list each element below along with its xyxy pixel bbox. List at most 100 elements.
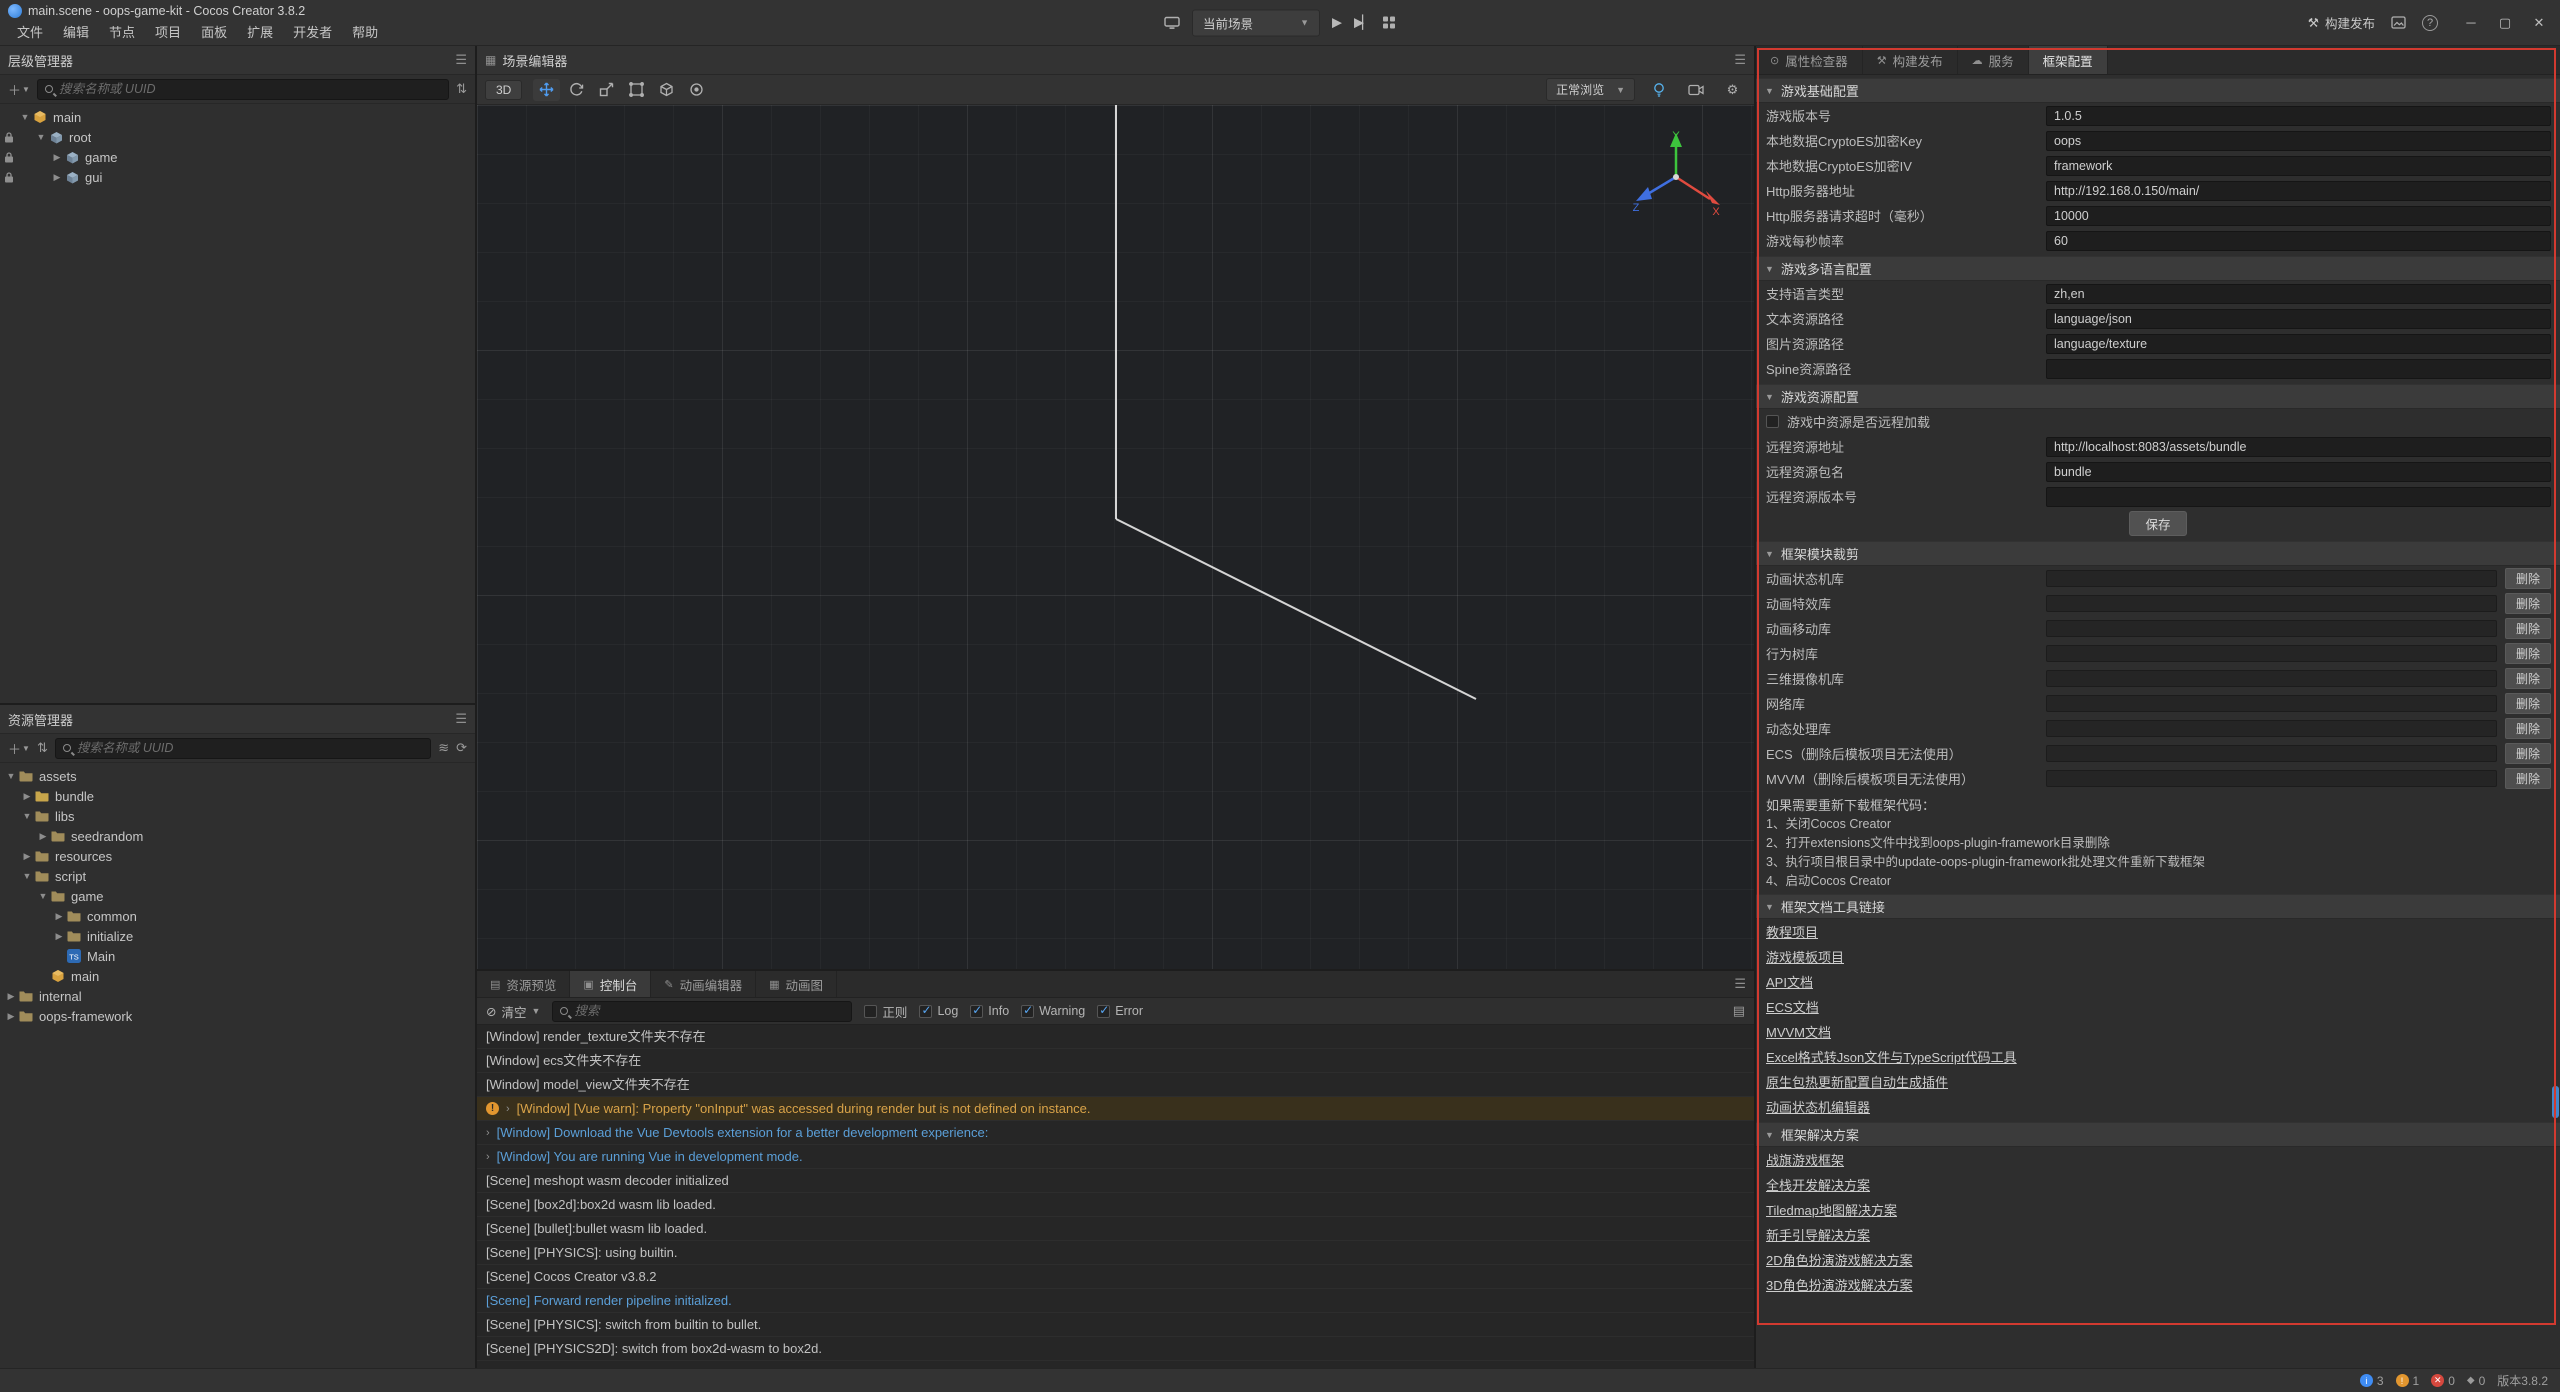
property-input[interactable]: zh,en (2046, 284, 2551, 304)
filter-info-toggle[interactable]: Info (970, 1004, 1009, 1018)
delete-module-button[interactable]: 删除 (2505, 643, 2551, 664)
scene-viewport[interactable]: Y X Z (477, 105, 1754, 969)
preview-image-icon[interactable] (2391, 16, 2406, 29)
lock-icon[interactable] (0, 152, 18, 163)
section-header-2[interactable]: ▼游戏资源配置 (1756, 384, 2560, 409)
property-input[interactable]: http://192.168.0.150/main/ (2046, 181, 2551, 201)
delete-module-button[interactable]: 删除 (2505, 768, 2551, 789)
console-search-input[interactable] (574, 1004, 844, 1018)
regex-toggle[interactable]: 正则 (864, 1002, 907, 1021)
close-button[interactable]: ✕ (2522, 0, 2556, 46)
property-input[interactable]: 60 (2046, 231, 2551, 251)
log-row[interactable]: [Scene] meshopt wasm decoder initialized (477, 1169, 1754, 1193)
orientation-gizmo[interactable]: Y X Z (1628, 125, 1724, 221)
property-input[interactable]: 10000 (2046, 206, 2551, 226)
expand-arrow[interactable]: ▼ (34, 132, 48, 142)
expand-arrow[interactable]: ▼ (36, 891, 50, 901)
checkbox-icon[interactable] (1097, 1005, 1110, 1018)
minimize-button[interactable]: ─ (2454, 0, 2488, 46)
property-input[interactable]: language/json (2046, 309, 2551, 329)
expand-arrow[interactable]: › (486, 1145, 490, 1169)
expand-arrow[interactable]: ▶ (4, 1011, 18, 1022)
asset-node-game[interactable]: ▼game (0, 886, 475, 906)
error-count-badge[interactable]: ✕ 0 (2431, 1374, 2455, 1388)
asset-node-bundle[interactable]: ▶bundle (0, 786, 475, 806)
move-tool-icon[interactable] (533, 79, 560, 101)
property-input[interactable]: http://localhost:8083/assets/bundle (2046, 437, 2551, 457)
preview-scene-select[interactable]: 当前场景 ▼ (1192, 9, 1320, 36)
hierarchy-menu-icon[interactable]: ☰ (455, 52, 467, 68)
lock-icon[interactable] (0, 172, 18, 183)
warning-count-badge[interactable]: ! 1 (2396, 1374, 2420, 1388)
filter-log-toggle[interactable]: Log (919, 1004, 958, 1018)
expand-arrow[interactable]: ▶ (50, 152, 64, 163)
asset-node-main[interactable]: main (0, 966, 475, 986)
rect-tool-icon[interactable] (623, 79, 650, 101)
tab-build[interactable]: ⚒构建发布 (1863, 46, 1958, 74)
section-header-1[interactable]: ▼游戏多语言配置 (1756, 256, 2560, 281)
lock-icon[interactable] (0, 132, 18, 143)
tab-animation-editor[interactable]: ✎动画编辑器 (651, 971, 756, 997)
assets-filter-icon[interactable]: ≋ (438, 740, 449, 756)
log-row[interactable]: !›[Window] [Vue warn]: Property "onInput… (477, 1097, 1754, 1121)
regex-checkbox[interactable] (864, 1005, 877, 1018)
asset-node-libs[interactable]: ▼libs (0, 806, 475, 826)
hierarchy-node-gui[interactable]: ▶gui (0, 167, 475, 187)
asset-node-common[interactable]: ▶common (0, 906, 475, 926)
log-row[interactable]: [Scene] [PHYSICS]: switch from builtin t… (477, 1313, 1754, 1337)
doc-link[interactable]: 新手引导解决方案 (1766, 1225, 1870, 1244)
checkbox-icon[interactable] (970, 1005, 983, 1018)
gizmo-space-icon[interactable] (653, 79, 680, 101)
doc-link[interactable]: 全栈开发解决方案 (1766, 1175, 1870, 1194)
scene-camera-icon[interactable] (1682, 79, 1709, 101)
add-asset-button[interactable]: ＋▼ (8, 739, 30, 758)
hierarchy-node-game[interactable]: ▶game (0, 147, 475, 167)
expand-arrow[interactable]: ▶ (36, 831, 50, 842)
log-row[interactable]: [Window] model_view文件夹不存在 (477, 1073, 1754, 1097)
section-header-0[interactable]: ▼游戏基础配置 (1756, 78, 2560, 103)
pivot-icon[interactable] (683, 79, 710, 101)
log-row[interactable]: [Scene] Forward render pipeline initiali… (477, 1289, 1754, 1313)
filter-error-toggle[interactable]: Error (1097, 1004, 1143, 1018)
asset-node-oops-framework[interactable]: ▶oops-framework (0, 1006, 475, 1026)
doc-link[interactable]: Excel格式转Json文件与TypeScript代码工具 (1766, 1047, 2017, 1066)
asset-node-internal[interactable]: ▶internal (0, 986, 475, 1006)
tab-console[interactable]: ▣控制台 (570, 971, 651, 997)
refresh-icon[interactable]: ⟳ (456, 740, 467, 756)
3d-mode-button[interactable]: 3D (485, 80, 522, 100)
rotate-tool-icon[interactable] (563, 79, 590, 101)
help-icon[interactable]: ? (2422, 15, 2438, 31)
menu-node[interactable]: 节点 (100, 21, 144, 42)
asset-node-seedrandom[interactable]: ▶seedrandom (0, 826, 475, 846)
property-input[interactable] (2046, 359, 2551, 379)
property-input[interactable]: language/texture (2046, 334, 2551, 354)
menu-file[interactable]: 文件 (8, 21, 52, 42)
hierarchy-node-main[interactable]: ▼main (0, 107, 475, 127)
hierarchy-filter-icon[interactable]: ⇅ (456, 81, 467, 97)
delete-module-button[interactable]: 删除 (2505, 693, 2551, 714)
info-count-badge[interactable]: i 3 (2360, 1374, 2384, 1388)
step-button[interactable]: ▶▏ (1354, 15, 1370, 31)
property-input[interactable] (2046, 487, 2551, 507)
expand-arrow[interactable]: ▶ (20, 791, 34, 802)
expand-arrow[interactable]: ▶ (50, 172, 64, 183)
asset-node-assets[interactable]: ▼assets (0, 766, 475, 786)
tab-animation-graph[interactable]: ▦动画图 (756, 971, 837, 997)
hierarchy-search-input[interactable] (59, 82, 441, 96)
log-row[interactable]: [Window] render_texture文件夹不存在 (477, 1025, 1754, 1049)
log-row[interactable]: [Scene] Cocos Creator v3.8.2 (477, 1265, 1754, 1289)
asset-node-Main[interactable]: TSMain (0, 946, 475, 966)
build-publish-button[interactable]: ⚒ 构建发布 (2308, 13, 2375, 32)
log-row[interactable]: [Scene] [bullet]:bullet wasm lib loaded. (477, 1217, 1754, 1241)
doc-link[interactable]: 教程项目 (1766, 922, 1818, 941)
asset-node-initialize[interactable]: ▶initialize (0, 926, 475, 946)
tab-framework-config[interactable]: 框架配置 (2029, 46, 2108, 74)
task-count-badge[interactable]: ◆ 0 (2467, 1374, 2485, 1388)
doc-link[interactable]: 游戏模板项目 (1766, 947, 1844, 966)
expand-arrow[interactable]: ▼ (20, 871, 34, 881)
section-header-3[interactable]: ▼框架模块裁剪 (1756, 541, 2560, 566)
layout-grid-icon[interactable] (1382, 16, 1396, 30)
expand-arrow[interactable]: ▼ (18, 112, 32, 122)
assets-search-input[interactable] (77, 741, 423, 755)
menu-help[interactable]: 帮助 (343, 21, 387, 42)
